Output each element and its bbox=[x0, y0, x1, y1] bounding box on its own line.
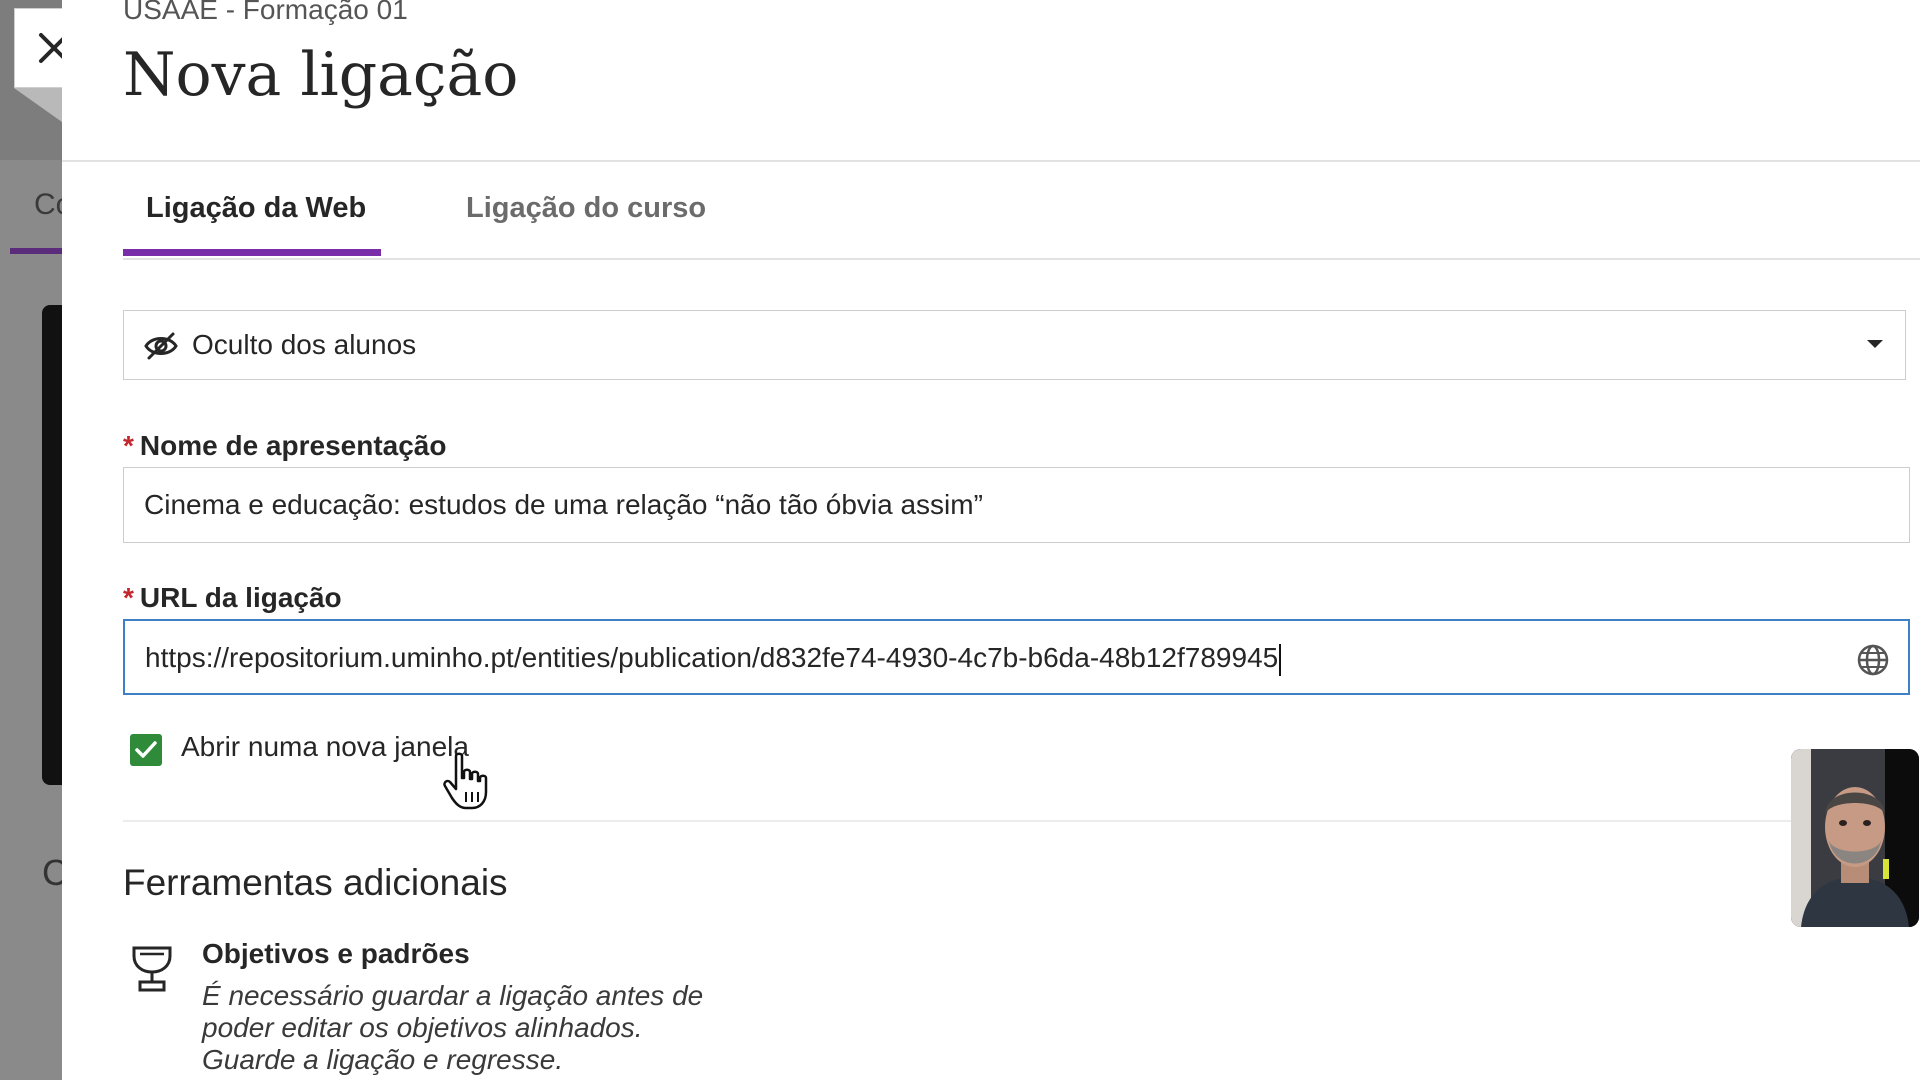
background-card bbox=[42, 305, 62, 785]
globe-icon[interactable] bbox=[1856, 643, 1890, 677]
tab-course-link[interactable]: Ligação do curso bbox=[466, 192, 706, 225]
checkmark-icon bbox=[135, 741, 157, 758]
url-value: https://repositorium.uminho.pt/entities/… bbox=[145, 642, 1279, 673]
hand-pointer-icon bbox=[443, 752, 488, 810]
eye-slash-icon bbox=[144, 332, 178, 360]
webcam-overlay bbox=[1791, 749, 1919, 927]
url-label: * URL da ligação bbox=[123, 582, 342, 614]
trophy-icon bbox=[132, 946, 172, 992]
display-name-label: * Nome de apresentação bbox=[123, 430, 446, 462]
goals-title[interactable]: Objetivos e padrões bbox=[202, 938, 470, 970]
goals-description-line: poder editar os objetivos alinhados. bbox=[202, 1012, 643, 1043]
course-name: USAAE - Formação 01 bbox=[123, 0, 408, 25]
background-page: Co C bbox=[0, 0, 72, 1080]
page-title: Nova ligação bbox=[123, 40, 519, 110]
link-type-tabs: Ligação da Web Ligação do curso bbox=[123, 180, 1920, 260]
visibility-select[interactable]: Oculto dos alunos bbox=[123, 310, 1906, 380]
goals-description: É necessário guardar a ligação antes de … bbox=[202, 980, 703, 1076]
display-name-input[interactable]: Cinema e educação: estudos de uma relaçã… bbox=[123, 467, 1910, 543]
active-tab-indicator bbox=[123, 249, 381, 256]
additional-tools-title: Ferramentas adicionais bbox=[123, 862, 508, 903]
chevron-down-icon bbox=[1867, 340, 1883, 348]
display-name-label-text: Nome de apresentação bbox=[139, 430, 447, 461]
tab-web-link[interactable]: Ligação da Web bbox=[146, 192, 366, 225]
new-link-panel: USAAE - Formação 01 Nova ligação Ligação… bbox=[62, 0, 1920, 1080]
url-label-text: URL da ligação bbox=[139, 582, 342, 613]
presenter-video-thumbnail bbox=[1791, 749, 1919, 927]
visibility-value: Oculto dos alunos bbox=[192, 329, 417, 360]
goals-description-line: É necessário guardar a ligação antes de bbox=[202, 980, 704, 1011]
text-caret bbox=[1279, 643, 1282, 676]
required-mark: * bbox=[123, 582, 134, 613]
display-name-value: Cinema e educação: estudos de uma relaçã… bbox=[144, 489, 983, 520]
required-mark: * bbox=[123, 430, 134, 461]
goals-description-line: Guarde a ligação e regresse. bbox=[202, 1044, 564, 1075]
panel-header: USAAE - Formação 01 Nova ligação bbox=[62, 0, 1920, 162]
background-tab-underline bbox=[10, 248, 62, 254]
section-divider bbox=[123, 820, 1910, 822]
open-new-window-checkbox[interactable] bbox=[130, 734, 162, 766]
url-input[interactable]: https://repositorium.uminho.pt/entities/… bbox=[123, 619, 1910, 695]
open-new-window-label[interactable]: Abrir numa nova janela bbox=[181, 731, 469, 763]
close-button-flap bbox=[14, 88, 62, 122]
